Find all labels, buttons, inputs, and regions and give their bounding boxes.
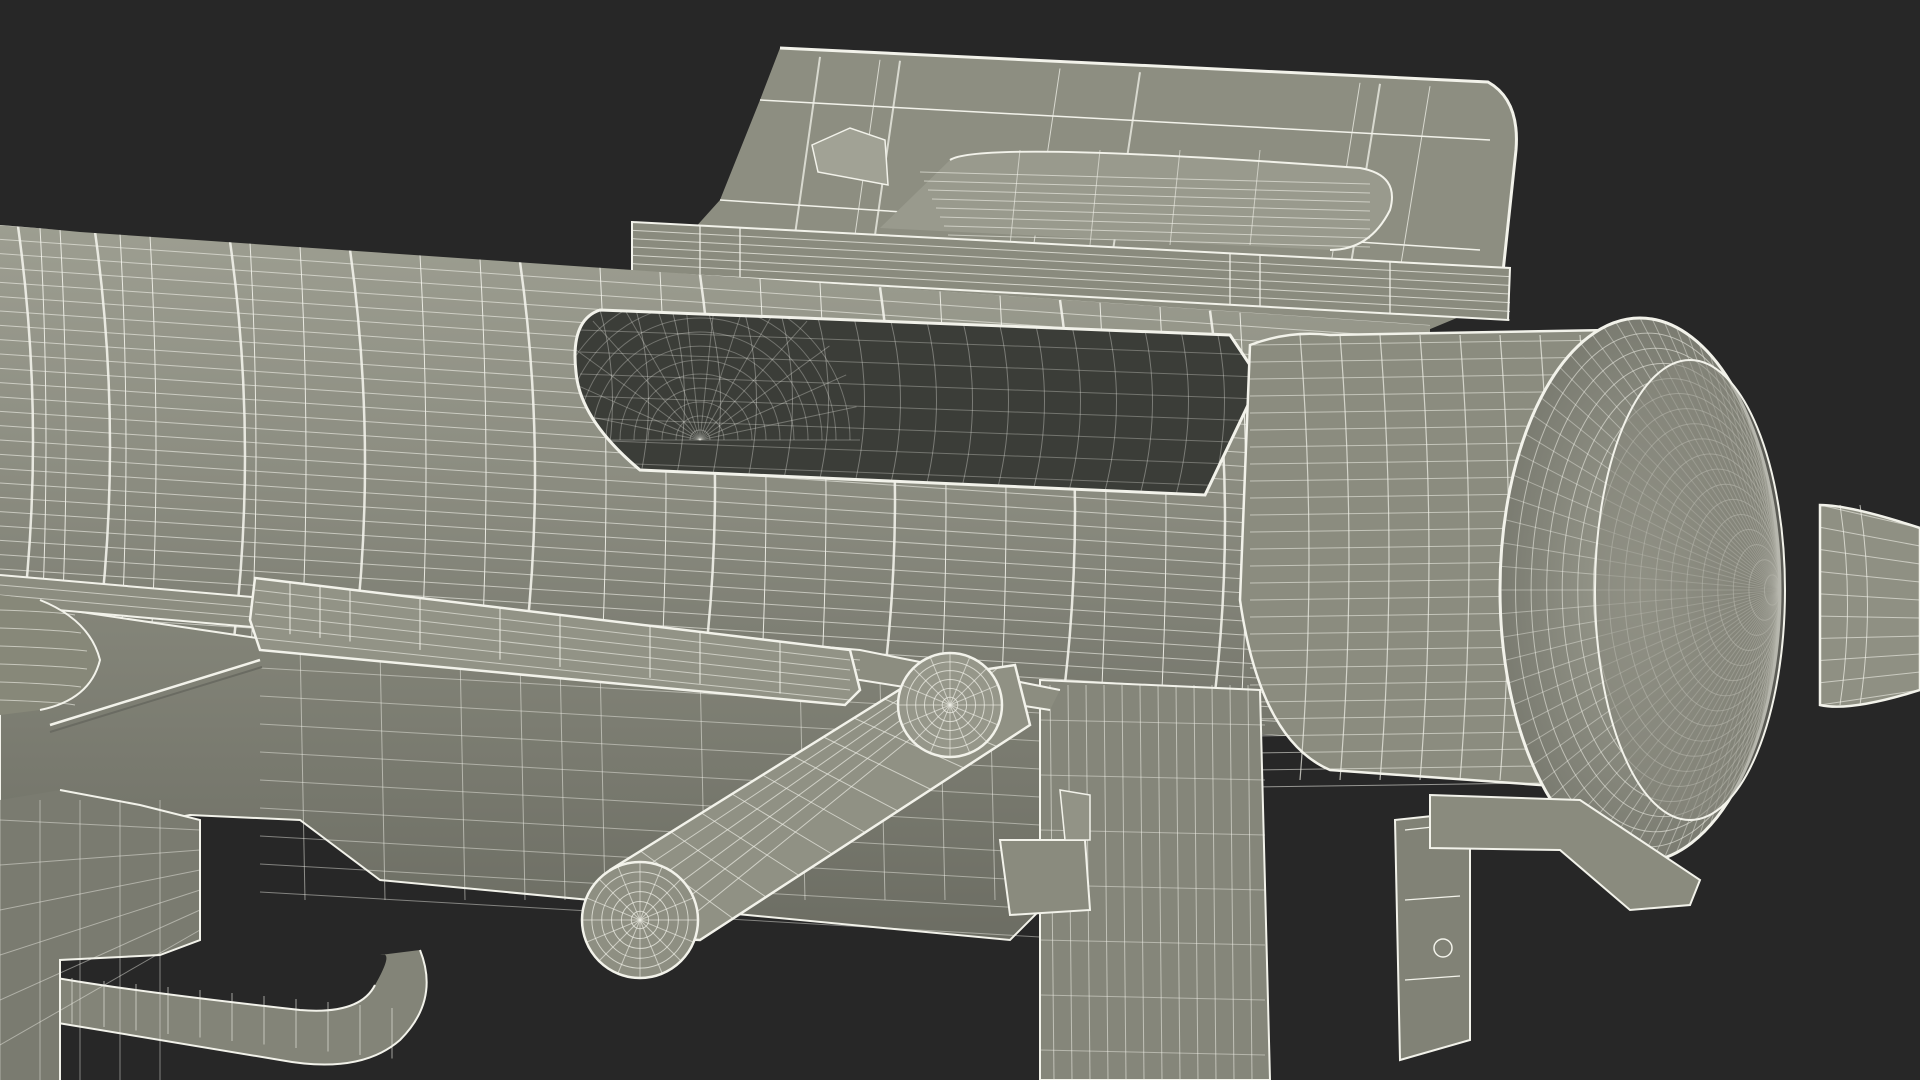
muzzle-disc	[1498, 316, 1786, 864]
muzzle-barrel	[1818, 503, 1920, 708]
render-viewport	[0, 0, 1920, 1080]
trigger-guard	[39, 949, 428, 1066]
wireframe-render	[0, 46, 1920, 1080]
